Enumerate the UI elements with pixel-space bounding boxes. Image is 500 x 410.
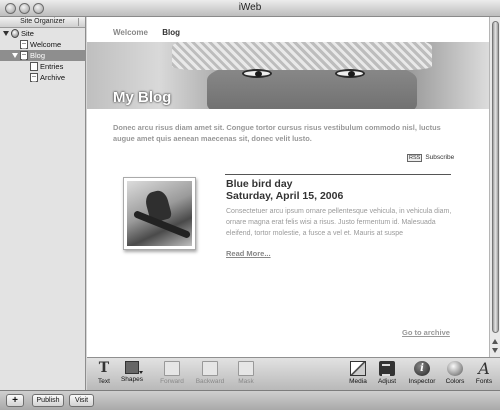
post-date: Saturday, April 15, 2006: [226, 190, 344, 202]
fonts-button[interactable]: A Fonts: [472, 359, 496, 386]
site-organizer: Site Organizer Site Welcome Blog Entries…: [0, 17, 86, 390]
page-icon: [20, 40, 28, 49]
portrait-hat: [172, 42, 432, 70]
media-button[interactable]: Media: [345, 361, 371, 385]
subscribe-label: Subscribe: [425, 154, 455, 161]
disclosure-triangle-icon[interactable]: [12, 53, 18, 58]
go-to-archive-link[interactable]: Go to archive: [402, 328, 450, 337]
scroll-down-arrow-icon[interactable]: [492, 348, 498, 353]
post-title: Blue bird day: [226, 178, 293, 190]
globe-icon: [11, 29, 19, 38]
send-backward-icon: [202, 361, 218, 376]
scrollbar-thumb[interactable]: [492, 21, 499, 333]
scroll-up-arrow-icon[interactable]: [492, 339, 498, 344]
bring-forward-icon: [164, 361, 180, 376]
sidebar-item-blog[interactable]: Blog: [0, 50, 85, 61]
post-heading[interactable]: Blue bird day Saturday, April 15, 2006: [226, 178, 343, 202]
adjust-button[interactable]: Adjust: [374, 361, 400, 385]
inspector-icon: i: [414, 361, 430, 376]
rss-subscribe[interactable]: RSS Subscribe: [407, 154, 454, 162]
sidebar-item-entries[interactable]: Entries: [0, 61, 85, 72]
sidebar-item-label: Archive: [40, 73, 66, 82]
shapes-button[interactable]: Shapes: [118, 361, 146, 383]
bottom-toolbar: T Text Shapes Forward Backward Mask Medi…: [87, 357, 500, 390]
title-bar: iWeb: [0, 0, 500, 17]
snowboarder-image: [127, 181, 192, 246]
fonts-label: Fonts: [475, 378, 493, 385]
media-label: Media: [349, 378, 367, 385]
visit-button[interactable]: Visit: [69, 394, 94, 407]
rss-icon: RSS: [407, 154, 423, 162]
backward-button[interactable]: Backward: [193, 361, 227, 385]
nav-link-blog[interactable]: Blog: [162, 28, 180, 37]
portrait-eye-left: [242, 69, 272, 78]
fonts-icon: A: [478, 359, 490, 378]
forward-button[interactable]: Forward: [157, 361, 187, 385]
sidebar-item-label: Blog: [30, 51, 46, 60]
sidebar-item-site[interactable]: Site: [0, 28, 85, 39]
inspector-button[interactable]: i Inspector: [405, 361, 439, 385]
bottom-bar: + Publish Visit: [0, 390, 500, 410]
sidebar-item-label: Site: [21, 29, 34, 38]
backward-label: Backward: [195, 378, 225, 385]
post-photo[interactable]: [123, 177, 196, 250]
publish-button[interactable]: Publish: [32, 394, 64, 407]
media-icon: [350, 361, 366, 376]
sidebar-item-label: Entries: [40, 62, 64, 71]
resize-grip-icon[interactable]: [78, 18, 83, 26]
page-canvas[interactable]: Welcome Blog My Blog Donec arcu risus di…: [87, 17, 489, 357]
nav-link-welcome[interactable]: Welcome: [113, 28, 148, 37]
iweb-window: iWeb Site Organizer Site Welcome Blog En…: [0, 0, 500, 410]
sidebar-item-label: Welcome: [30, 40, 62, 49]
sidebar-item-welcome[interactable]: Welcome: [0, 39, 85, 50]
page-navbar: Welcome Blog: [113, 28, 192, 37]
vertical-scrollbar[interactable]: [489, 17, 500, 357]
text-label: Text: [98, 378, 110, 385]
archive-icon: [30, 73, 38, 82]
post-excerpt[interactable]: Consectetuer arcu ipsum ornare pellentes…: [226, 206, 458, 239]
site-organizer-header: Site Organizer: [0, 17, 85, 28]
read-more-link[interactable]: Read More...: [226, 249, 271, 258]
window-title: iWeb: [238, 2, 262, 13]
colors-icon: [447, 361, 463, 376]
text-button[interactable]: T Text: [94, 360, 114, 386]
mask-label: Mask: [238, 378, 254, 385]
header-image[interactable]: My Blog: [87, 42, 489, 109]
mask-button[interactable]: Mask: [234, 361, 258, 385]
divider: [225, 174, 451, 175]
colors-button[interactable]: Colors: [442, 361, 468, 385]
adjust-icon: [379, 361, 395, 376]
sidebar-item-archive[interactable]: Archive: [0, 72, 85, 83]
blog-title[interactable]: My Blog: [113, 89, 171, 106]
shapes-icon: [125, 361, 143, 374]
shapes-label: Shapes: [120, 376, 144, 383]
site-organizer-title: Site Organizer: [20, 18, 65, 25]
forward-label: Forward: [160, 378, 184, 385]
colors-label: Colors: [445, 378, 465, 385]
inspector-label: Inspector: [408, 378, 436, 385]
intro-text[interactable]: Donec arcu risus diam amet sit. Congue t…: [113, 122, 463, 144]
adjust-label: Adjust: [377, 378, 397, 385]
add-page-button[interactable]: +: [6, 394, 24, 407]
mask-icon: [238, 361, 254, 376]
text-icon: T: [98, 360, 110, 376]
blog-icon: [20, 51, 28, 60]
portrait-eye-right: [335, 69, 365, 78]
disclosure-triangle-icon[interactable]: [3, 31, 9, 36]
entries-icon: [30, 62, 38, 71]
